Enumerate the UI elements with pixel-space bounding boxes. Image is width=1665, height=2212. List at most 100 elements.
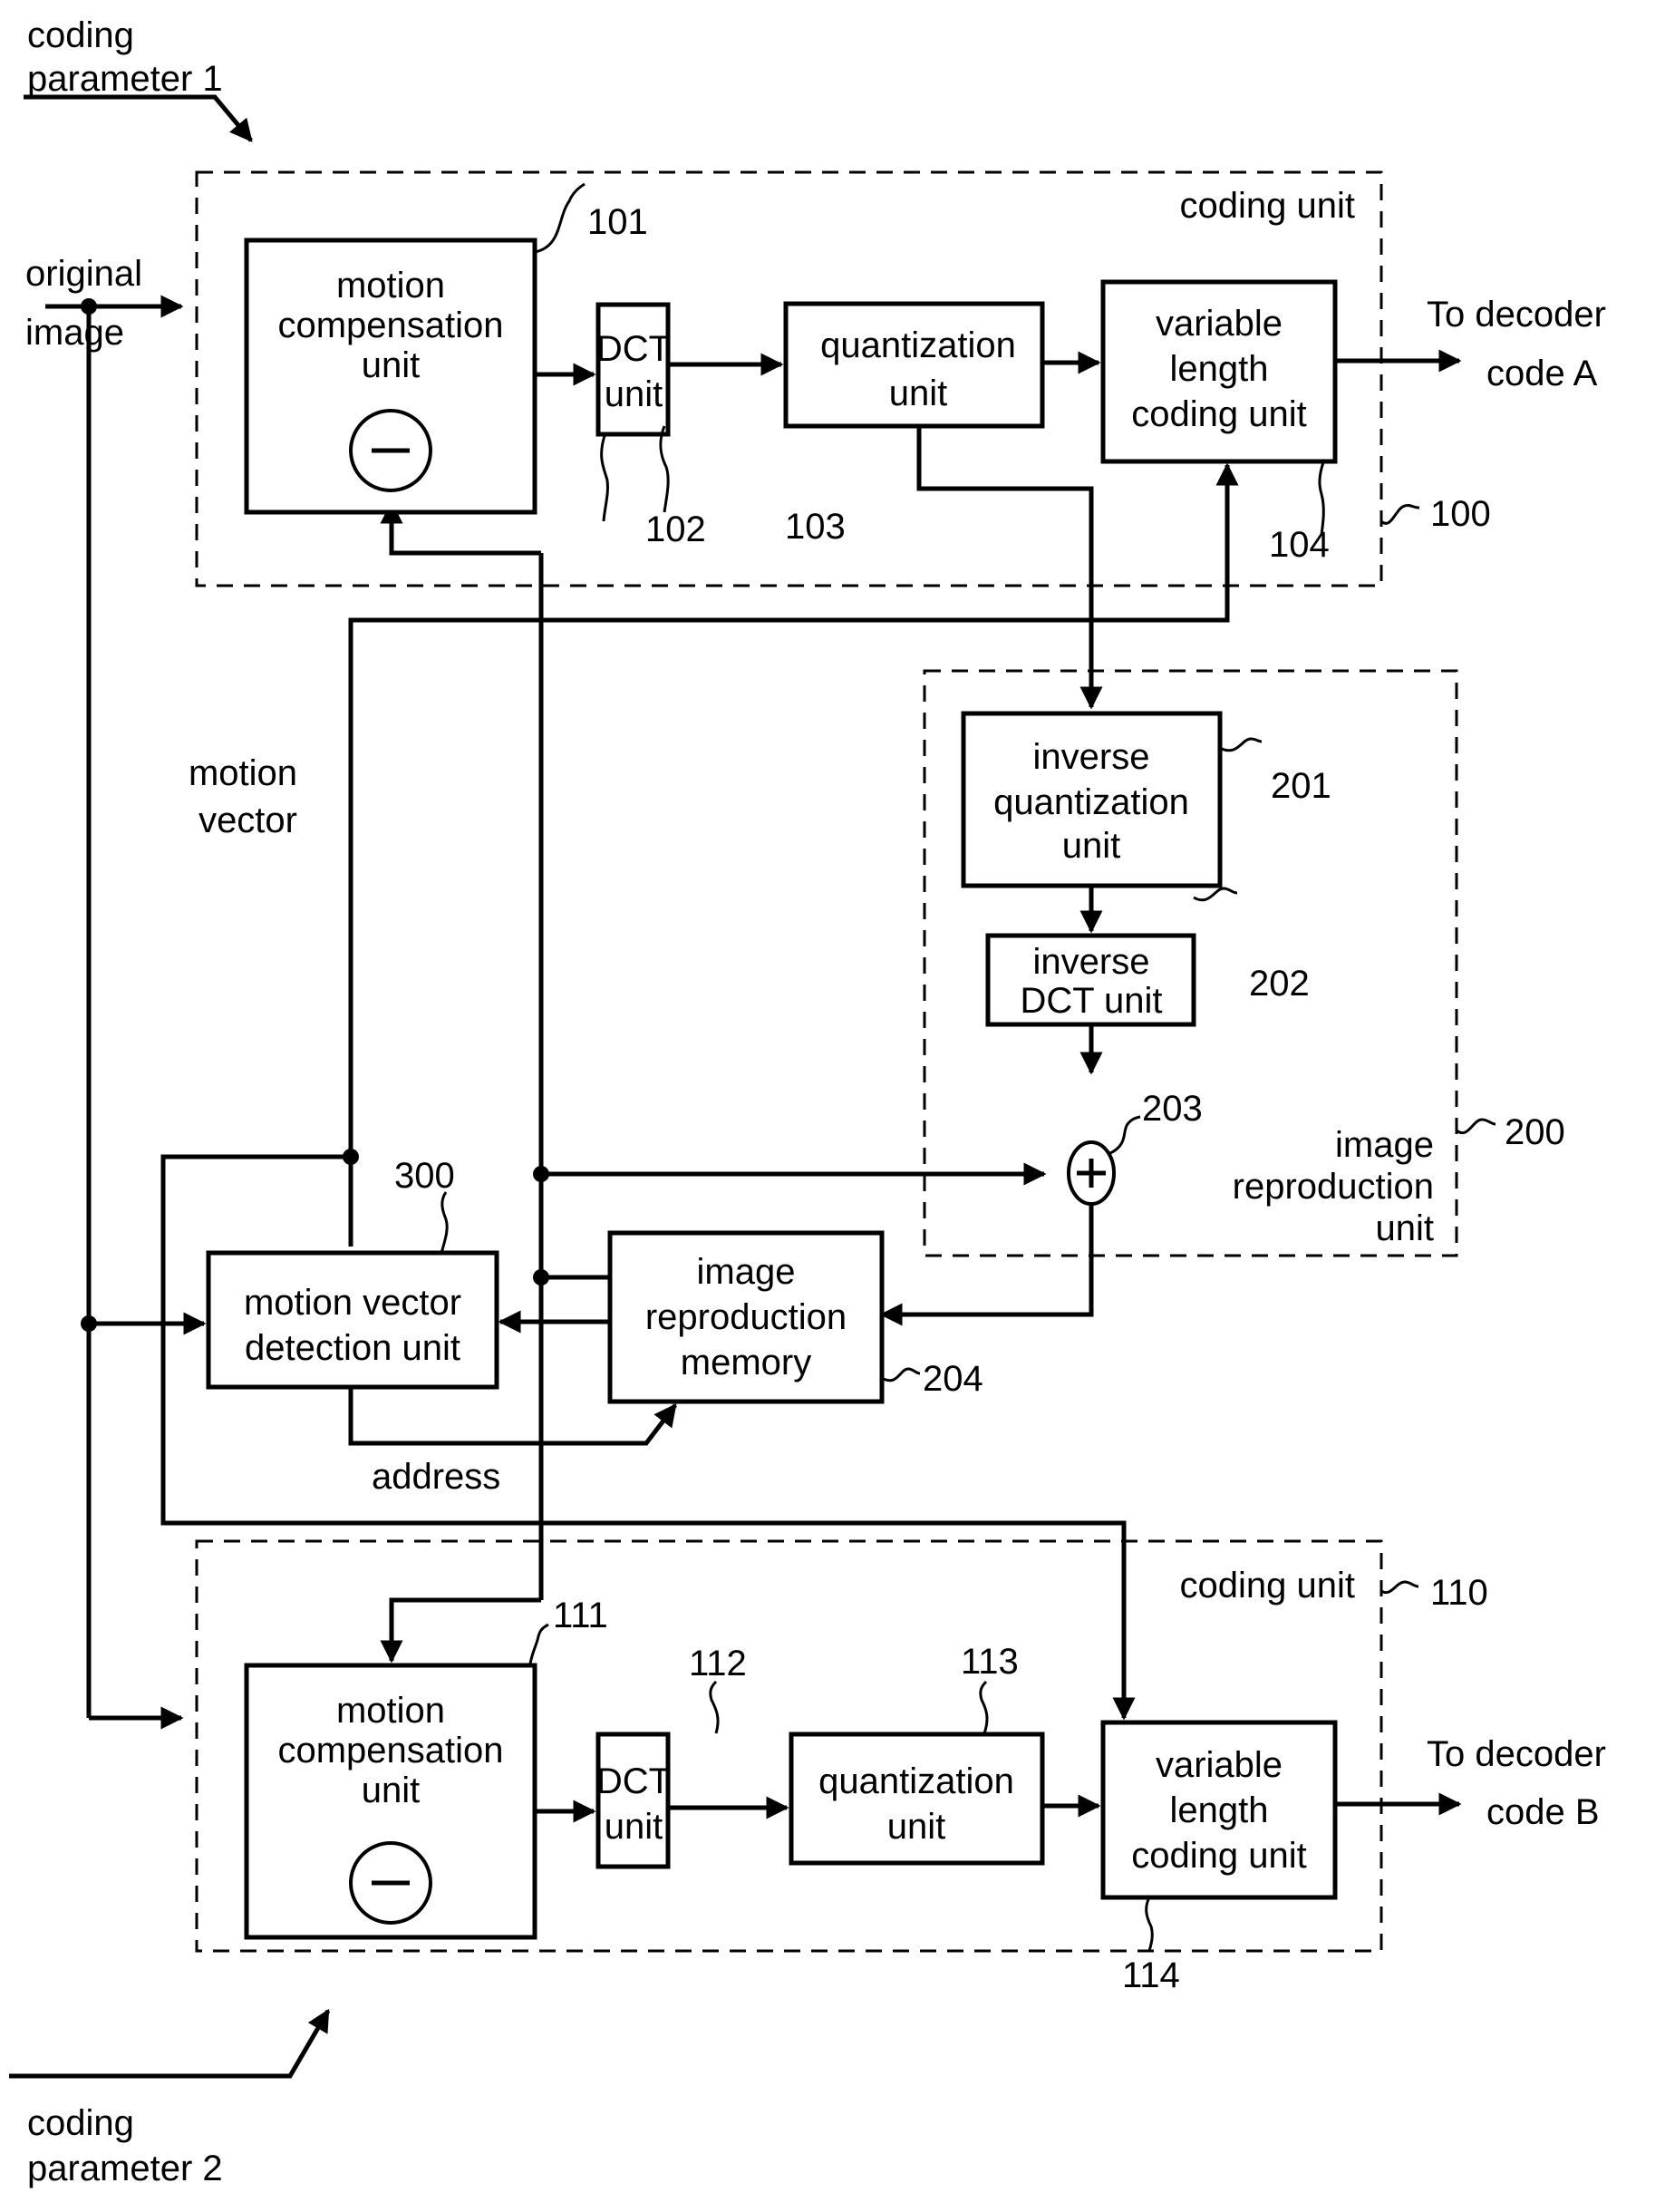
adder203-to-memory204-wire — [879, 1168, 1094, 1326]
idct202-line-1: inverse — [1033, 942, 1150, 982]
output-b-label: To decoder — [1427, 1734, 1606, 1774]
coding-parameter-1-label-2: parameter 1 — [27, 59, 223, 99]
ref-104: 104 — [1269, 525, 1330, 565]
mc101-line-1: motion — [336, 266, 445, 306]
quant103-line-1: quantization — [820, 325, 1016, 365]
coding-unit-110-title: coding unit — [1180, 1566, 1355, 1606]
memory204-line-3: memory — [681, 1343, 811, 1382]
ref-200: 200 — [1505, 1112, 1565, 1152]
memory204-line-2: reproduction — [645, 1297, 847, 1337]
coding-parameter-2-label-2: parameter 2 — [27, 2149, 223, 2188]
leader-202 — [1193, 887, 1238, 902]
mc101-line-2: compensation — [277, 306, 503, 345]
ref-103: 103 — [785, 507, 846, 547]
vlc104-line-3: coding unit — [1131, 394, 1306, 434]
leader-101 — [534, 182, 586, 254]
junction-original-mvd — [81, 1315, 97, 1332]
original-image-label: original — [25, 254, 142, 294]
block-adder-203[interactable] — [1067, 1140, 1116, 1206]
block-mc-101[interactable]: motion compensation unit — [244, 238, 537, 515]
output-a-label: To decoder — [1427, 295, 1606, 335]
ref-100: 100 — [1430, 494, 1491, 534]
leader-100 — [1379, 503, 1420, 525]
junction-prediction-memory — [533, 1269, 549, 1285]
iquant201-line-3: unit — [1062, 826, 1121, 866]
address-label: address — [372, 1457, 500, 1497]
block-idct-202[interactable]: inverse DCT unit — [985, 933, 1196, 1027]
block-iquant-201[interactable]: inverse quantization unit — [961, 711, 1223, 888]
leader-103 — [659, 425, 670, 513]
dct102-line-2: unit — [605, 374, 663, 414]
ref-300: 300 — [394, 1156, 455, 1196]
block-quant-103[interactable]: quantization unit — [783, 301, 1045, 429]
leader-111 — [528, 1623, 549, 1664]
quant103-to-iquant201-wire — [916, 426, 1103, 710]
coding-parameter-1-pointer — [24, 94, 253, 142]
output-b-label-2: code B — [1486, 1792, 1600, 1832]
leader-104 — [1318, 461, 1325, 536]
leader-204 — [881, 1367, 921, 1382]
vlc114-line-3: coding unit — [1131, 1836, 1306, 1876]
iquant201-line-2: quantization — [993, 782, 1189, 822]
motion-vector-label: motion — [189, 753, 297, 793]
block-quant-113[interactable]: quantization unit — [789, 1732, 1045, 1866]
dct112-line-1: DCT — [596, 1761, 671, 1801]
block-memory-204[interactable]: image reproduction memory — [607, 1230, 885, 1404]
ref-112: 112 — [689, 1644, 747, 1683]
block-mvd-300[interactable]: motion vector detection unit — [206, 1250, 499, 1390]
ref-114: 114 — [1122, 1955, 1180, 1995]
ref-102-label: 102 — [645, 509, 706, 549]
idct202-line-2: DCT unit — [1020, 981, 1162, 1021]
leader-201 — [1219, 737, 1263, 752]
leader-113 — [979, 1680, 989, 1734]
dct112-line-2: unit — [605, 1807, 663, 1847]
junction-motion-vector — [343, 1149, 359, 1165]
block-mc-111[interactable]: motion compensation unit — [244, 1663, 537, 1940]
prediction-to-mc111-wire — [380, 1597, 541, 1664]
memory204-line-1: image — [697, 1252, 796, 1292]
block-diagram: motion compensation unit DCT unit quanti… — [9, 15, 1606, 2188]
junction-prediction-adder — [533, 1166, 549, 1182]
image-reproduction-unit-title-2: reproduction — [1233, 1167, 1434, 1207]
ref-202: 202 — [1249, 964, 1310, 1004]
coding-parameter-2-pointer — [9, 2008, 331, 2079]
leader-300 — [440, 1191, 449, 1254]
leader-200 — [1456, 1118, 1496, 1134]
ref-110: 110 — [1430, 1573, 1488, 1613]
mvd300-line-1: motion vector — [244, 1283, 461, 1323]
quant103-line-2: unit — [889, 374, 948, 413]
quant113-line-1: quantization — [818, 1761, 1014, 1801]
block-dct-102[interactable]: DCT unit — [595, 302, 671, 437]
leader-112 — [709, 1680, 720, 1734]
ref-111: 111 — [553, 1596, 608, 1635]
mc111-line-2: compensation — [277, 1731, 503, 1771]
leader-110 — [1380, 1580, 1419, 1595]
dct102-line-1: DCT — [596, 329, 671, 369]
vlc114-line-2: length — [1170, 1790, 1269, 1830]
iquant201-line-1: inverse — [1033, 737, 1150, 777]
ref-201: 201 — [1271, 766, 1331, 806]
ref-113: 113 — [961, 1642, 1019, 1682]
coding-parameter-2-label: coding — [27, 2103, 134, 2143]
mvd300-line-2: detection unit — [245, 1328, 460, 1368]
leader-102 — [600, 432, 609, 522]
image-reproduction-unit-title-3: unit — [1376, 1208, 1435, 1248]
mc111-line-1: motion — [336, 1691, 445, 1731]
coding-unit-100-title: coding unit — [1180, 186, 1355, 226]
motion-vector-label-2: vector — [198, 800, 297, 840]
image-reproduction-unit-title: image — [1335, 1125, 1434, 1165]
vlc104-line-1: variable — [1156, 304, 1283, 344]
mc101-line-3: unit — [362, 345, 421, 385]
block-dct-112[interactable]: DCT unit — [595, 1732, 671, 1869]
ref-203: 203 — [1142, 1089, 1203, 1129]
original-image-label-2: image — [25, 313, 124, 353]
ref-204: 204 — [923, 1359, 983, 1399]
block-vlc-104[interactable]: variable length coding unit — [1100, 279, 1338, 464]
coding-parameter-1-label: coding — [27, 15, 134, 55]
ref-101: 101 — [587, 202, 648, 242]
leader-114 — [1145, 1897, 1154, 1952]
leader-203 — [1109, 1115, 1141, 1155]
vlc104-line-2: length — [1170, 349, 1269, 389]
mc111-line-3: unit — [362, 1771, 421, 1810]
block-vlc-114[interactable]: variable length coding unit — [1100, 1720, 1338, 1900]
